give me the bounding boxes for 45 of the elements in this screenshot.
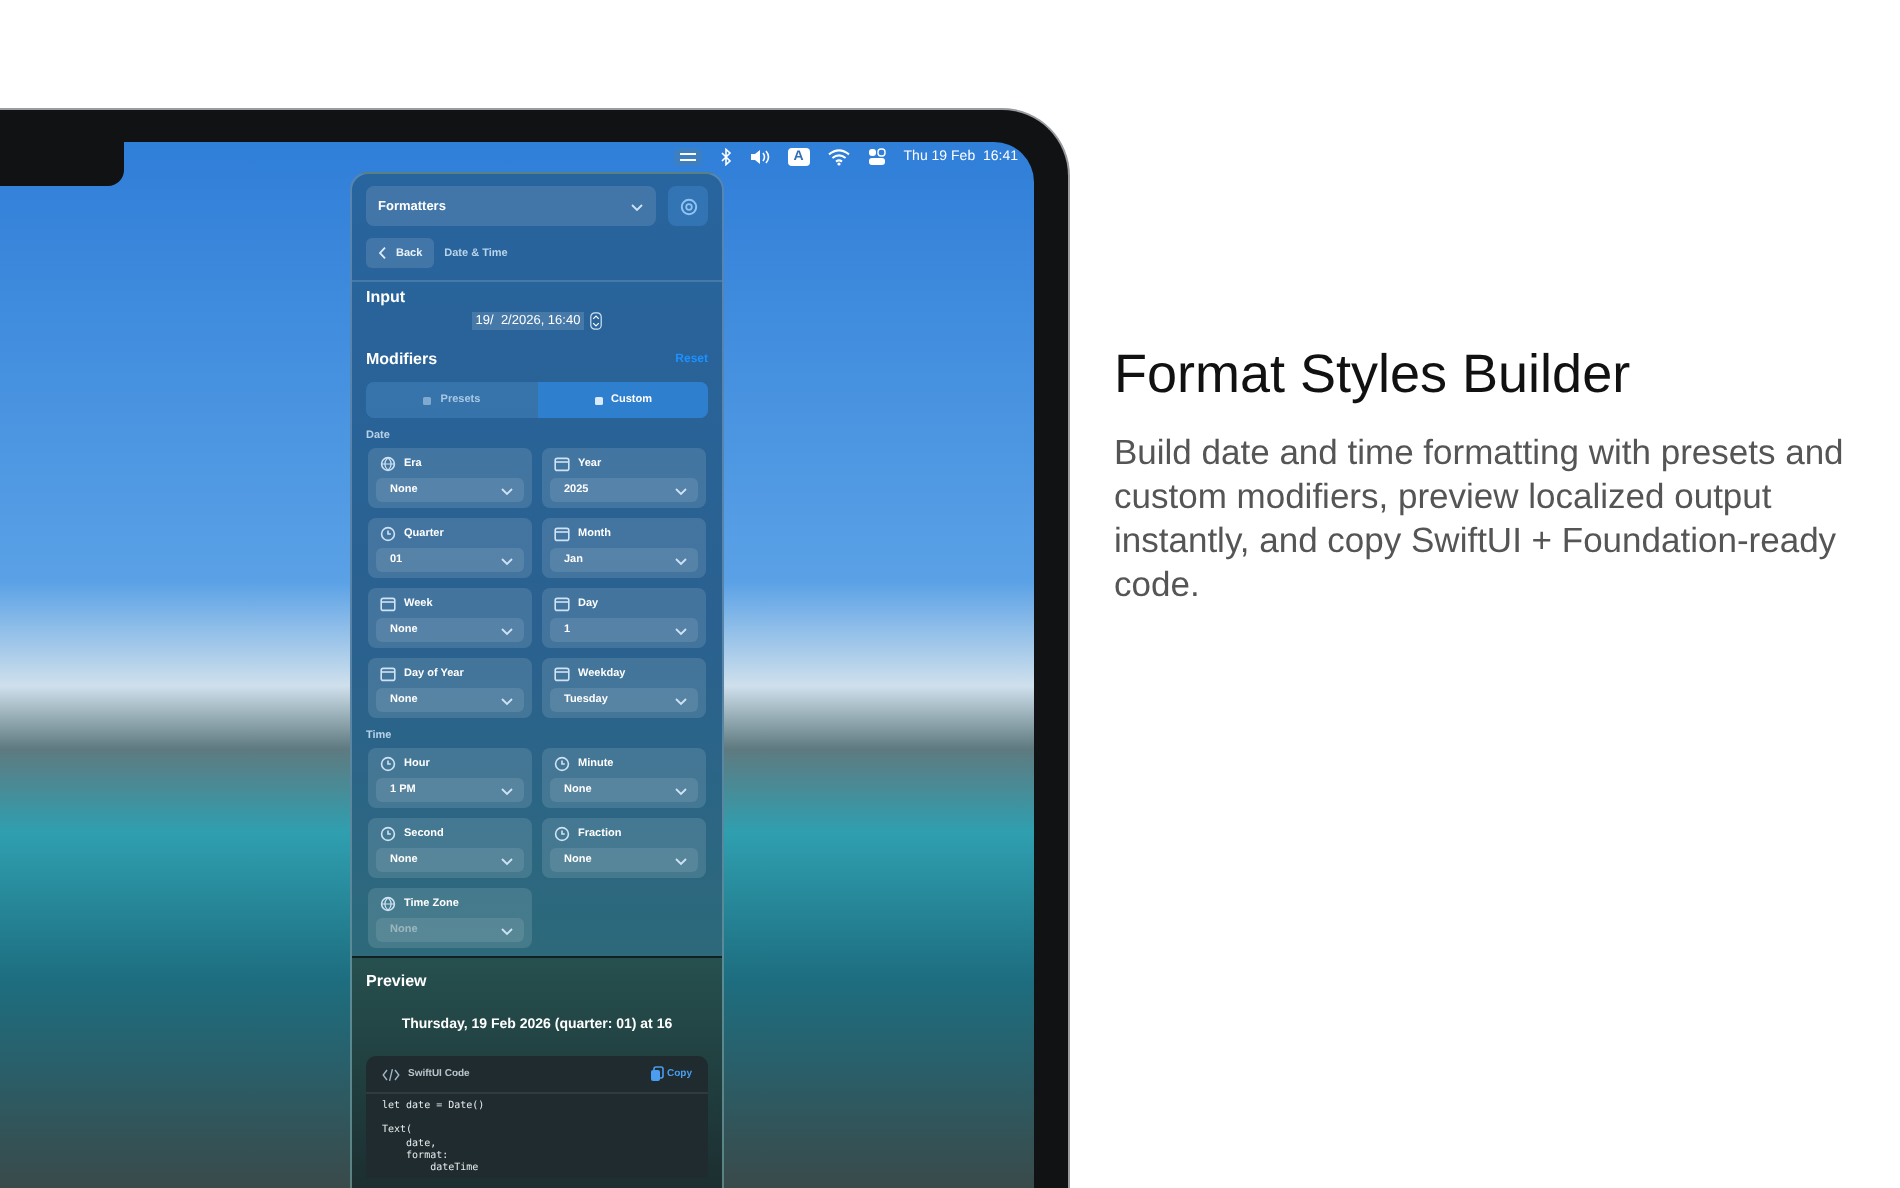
calendar-icon [554,525,570,541]
code-icon [382,1067,400,1081]
chevron-down-icon [500,485,514,495]
square-icon [593,395,603,405]
chevron-down-icon [500,855,514,865]
chevron-down-icon [674,855,688,865]
clock-icon [380,525,396,541]
square-icon [422,395,433,405]
calendar-icon [380,595,396,611]
bluetooth-icon[interactable] [719,148,732,166]
clock-icon [554,825,570,841]
chevron-down-icon [674,485,688,495]
stepper-icon[interactable] [590,312,603,330]
chevron-down-icon [674,625,688,635]
chevron-left-icon [378,246,388,260]
headline: Format Styles Builder [1114,344,1633,406]
section-title: Preview [366,972,429,990]
chevron-down-icon [500,625,514,635]
settings-button[interactable] [668,186,708,226]
chevron-down-icon [500,925,514,935]
globe-icon [380,455,396,471]
description: Build date and time formatting with presets and custom modifiers, preview localized output instantly, and copy SwiftUI + Foundation-ready code. [1114,430,1846,606]
chevron-down-icon [630,201,644,211]
settings-icon [679,197,697,215]
calendar-icon [554,595,570,611]
chevron-down-icon [674,555,688,565]
clock-icon [380,755,396,771]
wifi-icon[interactable] [827,148,850,166]
chevron-down-icon [500,695,514,705]
calendar-icon [554,665,570,681]
chevron-down-icon [674,785,688,795]
chevron-down-icon [674,695,688,705]
clock-icon [554,755,570,771]
calendar-icon [554,455,570,471]
toggles-icon[interactable] [673,148,702,166]
calendar-icon [380,665,396,681]
section-title: Input [366,288,408,306]
globe-icon [380,895,396,911]
chevron-down-icon [500,555,514,565]
chevron-down-icon [500,785,514,795]
copy-icon [649,1066,663,1082]
control-center-icon[interactable] [867,148,886,166]
volume-icon[interactable] [749,148,770,166]
clock-icon [380,825,396,841]
section-title: Modifiers [366,350,438,368]
